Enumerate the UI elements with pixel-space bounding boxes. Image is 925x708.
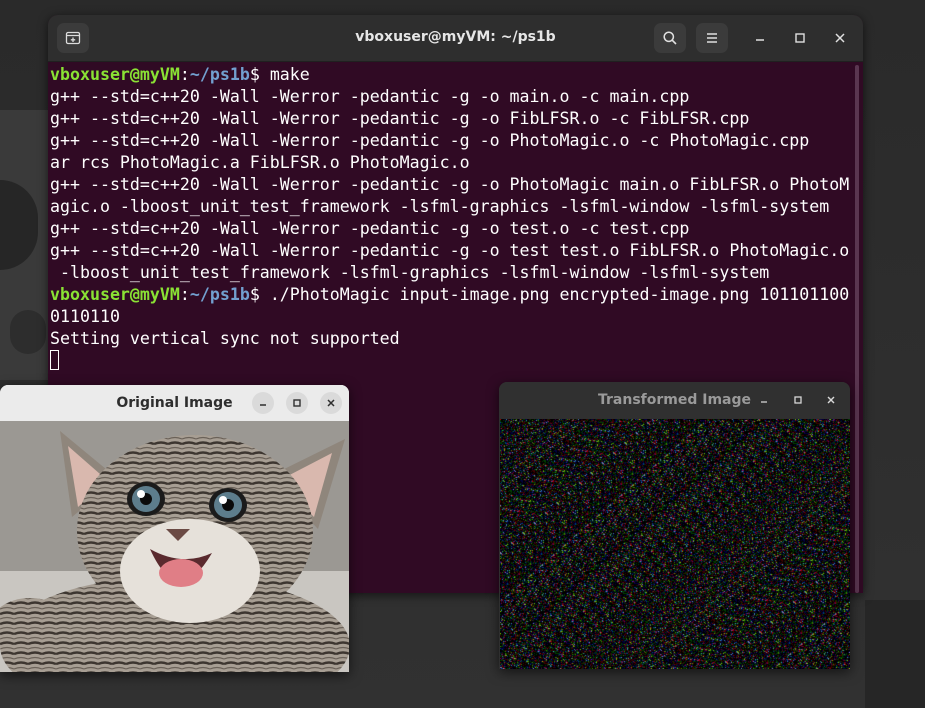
minimize-button[interactable] bbox=[252, 392, 274, 414]
terminal-output-line: g++ --std=c++20 -Wall -Werror -pedantic … bbox=[50, 131, 810, 150]
terminal-cursor bbox=[50, 350, 59, 370]
terminal-output-line: g++ --std=c++20 -Wall -Werror -pedantic … bbox=[50, 175, 850, 194]
maximize-icon bbox=[794, 396, 802, 404]
search-icon bbox=[663, 31, 677, 45]
terminal-output[interactable]: vboxuser@myVM:~/ps1b$ make g++ --std=c++2… bbox=[50, 64, 850, 372]
prompt-separator: : bbox=[179, 285, 190, 304]
original-image-canvas bbox=[0, 421, 349, 672]
terminal-prompt-line: vboxuser@myVM:~/ps1b$ ./PhotoMagic input… bbox=[50, 284, 850, 306]
maximize-icon bbox=[795, 33, 805, 43]
terminal-cursor-line bbox=[50, 350, 850, 372]
prompt-user: vboxuser@myVM bbox=[50, 285, 180, 304]
wallpaper-shadow bbox=[865, 600, 925, 708]
kitten-image bbox=[0, 421, 349, 672]
close-button[interactable] bbox=[828, 26, 852, 50]
wallpaper-graphic bbox=[0, 110, 55, 380]
transformed-image-titlebar[interactable]: Transformed Image bbox=[499, 382, 850, 418]
terminal-output-line: g++ --std=c++20 -Wall -Werror -pedantic … bbox=[50, 109, 750, 128]
search-button[interactable] bbox=[654, 23, 686, 53]
terminal-output-line: -lboost_unit_test_framework -lsfml-graph… bbox=[50, 263, 770, 282]
menu-button[interactable] bbox=[696, 23, 728, 53]
terminal-titlebar[interactable]: vboxuser@myVM: ~/ps1b bbox=[48, 15, 863, 62]
prompt-path: ~/ps1b bbox=[189, 285, 250, 304]
terminal-output-line: g++ --std=c++20 -Wall -Werror -pedantic … bbox=[50, 219, 690, 238]
terminal-output-line: 0110110 bbox=[50, 307, 120, 326]
terminal-output-line: ar rcs PhotoMagic.a FibLFSR.o PhotoMagic… bbox=[50, 153, 470, 172]
prompt-command: ./PhotoMagic input-image.png encrypted-i… bbox=[269, 285, 850, 304]
close-icon bbox=[327, 399, 335, 407]
close-button[interactable] bbox=[320, 392, 342, 414]
terminal-output-line: agic.o -lboost_unit_test_framework -lsfm… bbox=[50, 197, 830, 216]
minimize-icon bbox=[756, 39, 764, 41]
terminal-title: vboxuser@myVM: ~/ps1b bbox=[355, 29, 556, 45]
close-icon bbox=[827, 396, 835, 404]
prompt-command: make bbox=[269, 65, 310, 84]
minimize-icon bbox=[761, 401, 767, 403]
prompt-symbol: $ bbox=[249, 285, 270, 304]
terminal-output-line: g++ --std=c++20 -Wall -Werror -pedantic … bbox=[50, 87, 690, 106]
terminal-output-line: Setting vertical sync not supported bbox=[50, 329, 400, 348]
transformed-image-canvas bbox=[500, 419, 850, 669]
prompt-separator: : bbox=[179, 65, 190, 84]
minimize-button[interactable] bbox=[748, 26, 772, 50]
close-icon bbox=[835, 33, 845, 43]
close-button[interactable] bbox=[820, 389, 842, 411]
prompt-path: ~/ps1b bbox=[189, 65, 250, 84]
prompt-symbol: $ bbox=[249, 65, 270, 84]
minimize-button[interactable] bbox=[753, 389, 775, 411]
original-image-titlebar[interactable]: Original Image bbox=[0, 385, 349, 421]
terminal-scrollbar[interactable] bbox=[855, 65, 859, 593]
maximize-icon bbox=[293, 399, 301, 407]
terminal-output-line: g++ --std=c++20 -Wall -Werror -pedantic … bbox=[50, 241, 850, 260]
maximize-button[interactable] bbox=[787, 389, 809, 411]
maximize-button[interactable] bbox=[286, 392, 308, 414]
hamburger-menu-icon bbox=[707, 33, 717, 43]
maximize-button[interactable] bbox=[788, 26, 812, 50]
minimize-icon bbox=[260, 404, 266, 406]
prompt-user: vboxuser@myVM bbox=[50, 65, 180, 84]
transformed-image-window[interactable]: Transformed Image bbox=[499, 382, 850, 669]
terminal-prompt-line: vboxuser@myVM:~/ps1b$ make bbox=[50, 64, 850, 86]
original-image-window[interactable]: Original Image bbox=[0, 385, 349, 672]
